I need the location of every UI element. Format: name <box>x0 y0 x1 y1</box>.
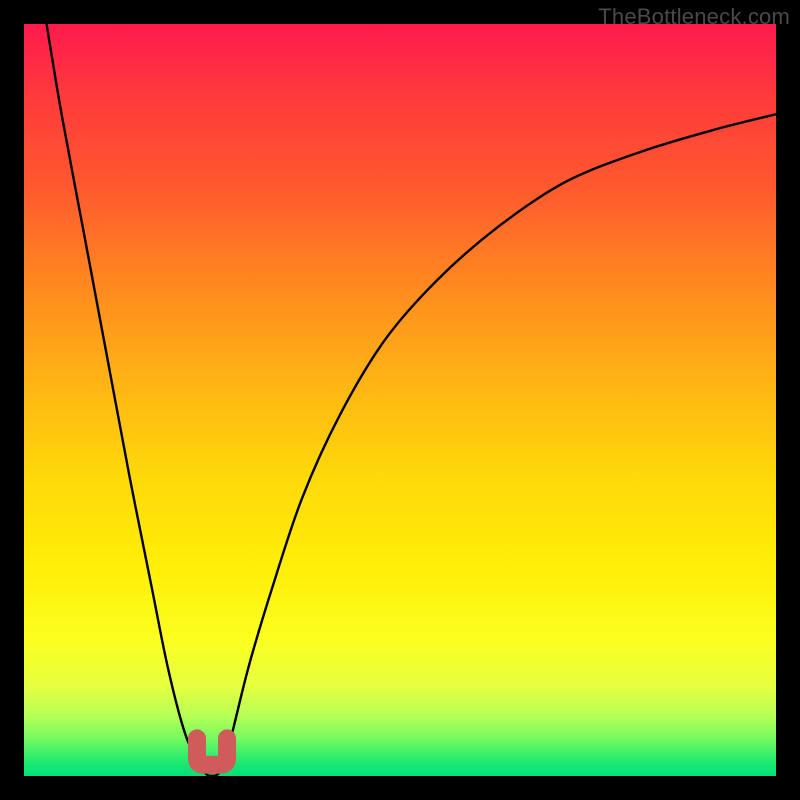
bottleneck-plot-svg <box>24 24 776 776</box>
flat-region-marker <box>197 738 227 764</box>
watermark-text: TheBottleneck.com <box>598 4 790 30</box>
bottleneck-curve <box>47 24 776 776</box>
chart-area <box>24 24 776 776</box>
